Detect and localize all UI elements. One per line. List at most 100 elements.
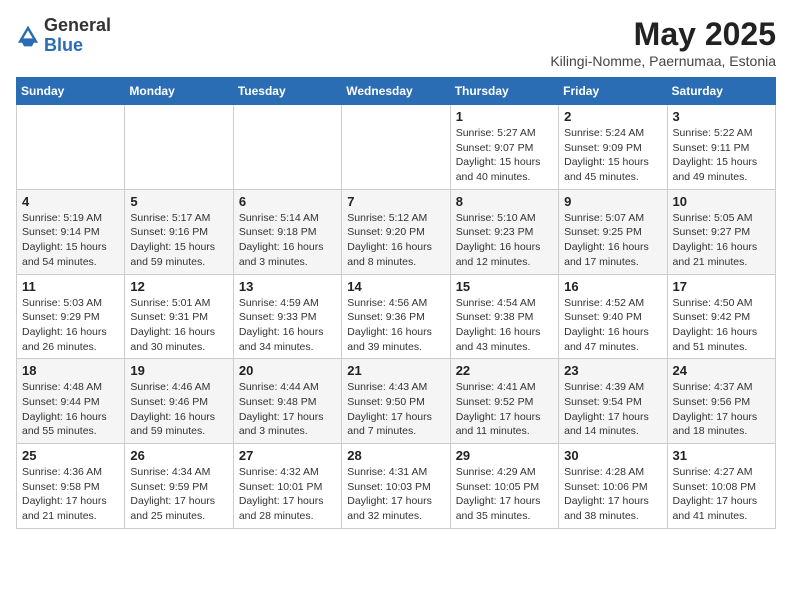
- day-number: 31: [673, 448, 770, 463]
- day-cell: [342, 105, 450, 190]
- day-info: Sunrise: 5:07 AM Sunset: 9:25 PM Dayligh…: [564, 211, 661, 270]
- day-cell: 7Sunrise: 5:12 AM Sunset: 9:20 PM Daylig…: [342, 189, 450, 274]
- col-sunday: Sunday: [17, 78, 125, 105]
- header-row: Sunday Monday Tuesday Wednesday Thursday…: [17, 78, 776, 105]
- day-cell: 2Sunrise: 5:24 AM Sunset: 9:09 PM Daylig…: [559, 105, 667, 190]
- day-cell: 9 Sunrise: 5:07 AM Sunset: 9:25 PM Daylig…: [559, 189, 667, 274]
- logo: General Blue: [16, 16, 111, 56]
- day-info: Sunrise: 4:39 AM Sunset: 9:54 PM Dayligh…: [564, 380, 661, 439]
- day-number: 23: [564, 363, 661, 378]
- day-number: 18: [22, 363, 119, 378]
- day-number: 8: [456, 194, 553, 209]
- day-cell: 20 Sunrise: 4:44 AM Sunset: 9:48 PM Dayli…: [233, 359, 341, 444]
- day-info: Sunrise: 4:50 AM Sunset: 9:42 PM Dayligh…: [673, 296, 770, 355]
- day-info: Sunrise: 4:27 AM Sunset: 10:08 PM Daylig…: [673, 465, 770, 524]
- day-number: 20: [239, 363, 336, 378]
- day-cell: 10 Sunrise: 5:05 AM Sunset: 9:27 PM Dayli…: [667, 189, 775, 274]
- logo-text: General Blue: [44, 16, 111, 56]
- day-cell: 16Sunrise: 4:52 AM Sunset: 9:40 PM Dayli…: [559, 274, 667, 359]
- day-cell: 3 Sunrise: 5:22 AM Sunset: 9:11 PM Daylig…: [667, 105, 775, 190]
- week-row-4: 18 Sunrise: 4:48 AM Sunset: 9:44 PM Dayli…: [17, 359, 776, 444]
- day-number: 21: [347, 363, 444, 378]
- logo-icon: [16, 24, 40, 48]
- day-cell: 15Sunrise: 4:54 AM Sunset: 9:38 PM Dayli…: [450, 274, 558, 359]
- day-info: Sunrise: 4:36 AM Sunset: 9:58 PM Dayligh…: [22, 465, 119, 524]
- day-number: 24: [673, 363, 770, 378]
- day-info: Sunrise: 4:32 AM Sunset: 10:01 PM Daylig…: [239, 465, 336, 524]
- day-number: 14: [347, 279, 444, 294]
- day-info: Sunrise: 4:43 AM Sunset: 9:50 PM Dayligh…: [347, 380, 444, 439]
- day-cell: 6Sunrise: 5:14 AM Sunset: 9:18 PM Daylig…: [233, 189, 341, 274]
- day-number: 28: [347, 448, 444, 463]
- calendar-table: Sunday Monday Tuesday Wednesday Thursday…: [16, 77, 776, 529]
- day-number: 17: [673, 279, 770, 294]
- day-cell: [233, 105, 341, 190]
- col-tuesday: Tuesday: [233, 78, 341, 105]
- day-number: 9: [564, 194, 661, 209]
- day-number: 13: [239, 279, 336, 294]
- day-cell: 26 Sunrise: 4:34 AM Sunset: 9:59 PM Dayli…: [125, 444, 233, 529]
- day-cell: 24 Sunrise: 4:37 AM Sunset: 9:56 PM Dayli…: [667, 359, 775, 444]
- day-cell: 23 Sunrise: 4:39 AM Sunset: 9:54 PM Dayli…: [559, 359, 667, 444]
- week-row-2: 4Sunrise: 5:19 AM Sunset: 9:14 PM Daylig…: [17, 189, 776, 274]
- col-monday: Monday: [125, 78, 233, 105]
- day-number: 5: [130, 194, 227, 209]
- day-cell: 22Sunrise: 4:41 AM Sunset: 9:52 PM Dayli…: [450, 359, 558, 444]
- page-header: General Blue May 2025 Kilingi-Nomme, Pae…: [16, 16, 776, 69]
- day-info: Sunrise: 5:12 AM Sunset: 9:20 PM Dayligh…: [347, 211, 444, 270]
- day-info: Sunrise: 4:29 AM Sunset: 10:05 PM Daylig…: [456, 465, 553, 524]
- day-number: 11: [22, 279, 119, 294]
- day-info: Sunrise: 5:22 AM Sunset: 9:11 PM Dayligh…: [673, 126, 770, 185]
- day-cell: 17 Sunrise: 4:50 AM Sunset: 9:42 PM Dayli…: [667, 274, 775, 359]
- day-info: Sunrise: 5:17 AM Sunset: 9:16 PM Dayligh…: [130, 211, 227, 270]
- day-number: 26: [130, 448, 227, 463]
- col-thursday: Thursday: [450, 78, 558, 105]
- day-info: Sunrise: 5:27 AM Sunset: 9:07 PM Dayligh…: [456, 126, 553, 185]
- day-number: 3: [673, 109, 770, 124]
- day-cell: 14 Sunrise: 4:56 AM Sunset: 9:36 PM Dayli…: [342, 274, 450, 359]
- day-cell: [125, 105, 233, 190]
- day-info: Sunrise: 4:34 AM Sunset: 9:59 PM Dayligh…: [130, 465, 227, 524]
- col-saturday: Saturday: [667, 78, 775, 105]
- day-number: 30: [564, 448, 661, 463]
- calendar-header: Sunday Monday Tuesday Wednesday Thursday…: [17, 78, 776, 105]
- day-cell: 30 Sunrise: 4:28 AM Sunset: 10:06 PM Dayl…: [559, 444, 667, 529]
- title-block: May 2025 Kilingi-Nomme, Paernumaa, Eston…: [550, 16, 776, 69]
- day-cell: 1Sunrise: 5:27 AM Sunset: 9:07 PM Daylig…: [450, 105, 558, 190]
- day-cell: 29Sunrise: 4:29 AM Sunset: 10:05 PM Dayl…: [450, 444, 558, 529]
- day-info: Sunrise: 4:48 AM Sunset: 9:44 PM Dayligh…: [22, 380, 119, 439]
- day-cell: 28 Sunrise: 4:31 AM Sunset: 10:03 PM Dayl…: [342, 444, 450, 529]
- day-info: Sunrise: 4:52 AM Sunset: 9:40 PM Dayligh…: [564, 296, 661, 355]
- day-number: 15: [456, 279, 553, 294]
- day-cell: 25 Sunrise: 4:36 AM Sunset: 9:58 PM Dayli…: [17, 444, 125, 529]
- day-number: 22: [456, 363, 553, 378]
- day-info: Sunrise: 5:10 AM Sunset: 9:23 PM Dayligh…: [456, 211, 553, 270]
- day-info: Sunrise: 5:24 AM Sunset: 9:09 PM Dayligh…: [564, 126, 661, 185]
- day-info: Sunrise: 4:46 AM Sunset: 9:46 PM Dayligh…: [130, 380, 227, 439]
- day-number: 6: [239, 194, 336, 209]
- day-cell: 8 Sunrise: 5:10 AM Sunset: 9:23 PM Daylig…: [450, 189, 558, 274]
- day-cell: 31 Sunrise: 4:27 AM Sunset: 10:08 PM Dayl…: [667, 444, 775, 529]
- week-row-5: 25 Sunrise: 4:36 AM Sunset: 9:58 PM Dayli…: [17, 444, 776, 529]
- day-info: Sunrise: 4:37 AM Sunset: 9:56 PM Dayligh…: [673, 380, 770, 439]
- day-cell: 4Sunrise: 5:19 AM Sunset: 9:14 PM Daylig…: [17, 189, 125, 274]
- day-info: Sunrise: 4:28 AM Sunset: 10:06 PM Daylig…: [564, 465, 661, 524]
- day-number: 19: [130, 363, 227, 378]
- day-info: Sunrise: 5:01 AM Sunset: 9:31 PM Dayligh…: [130, 296, 227, 355]
- day-info: Sunrise: 5:19 AM Sunset: 9:14 PM Dayligh…: [22, 211, 119, 270]
- day-info: Sunrise: 4:44 AM Sunset: 9:48 PM Dayligh…: [239, 380, 336, 439]
- day-info: Sunrise: 5:05 AM Sunset: 9:27 PM Dayligh…: [673, 211, 770, 270]
- week-row-3: 11Sunrise: 5:03 AM Sunset: 9:29 PM Dayli…: [17, 274, 776, 359]
- calendar-subtitle: Kilingi-Nomme, Paernumaa, Estonia: [550, 53, 776, 69]
- col-friday: Friday: [559, 78, 667, 105]
- col-wednesday: Wednesday: [342, 78, 450, 105]
- day-number: 25: [22, 448, 119, 463]
- logo-general: General: [44, 16, 111, 36]
- day-cell: 27Sunrise: 4:32 AM Sunset: 10:01 PM Dayl…: [233, 444, 341, 529]
- day-info: Sunrise: 4:56 AM Sunset: 9:36 PM Dayligh…: [347, 296, 444, 355]
- day-number: 10: [673, 194, 770, 209]
- day-cell: [17, 105, 125, 190]
- day-info: Sunrise: 4:31 AM Sunset: 10:03 PM Daylig…: [347, 465, 444, 524]
- day-cell: 21 Sunrise: 4:43 AM Sunset: 9:50 PM Dayli…: [342, 359, 450, 444]
- day-number: 12: [130, 279, 227, 294]
